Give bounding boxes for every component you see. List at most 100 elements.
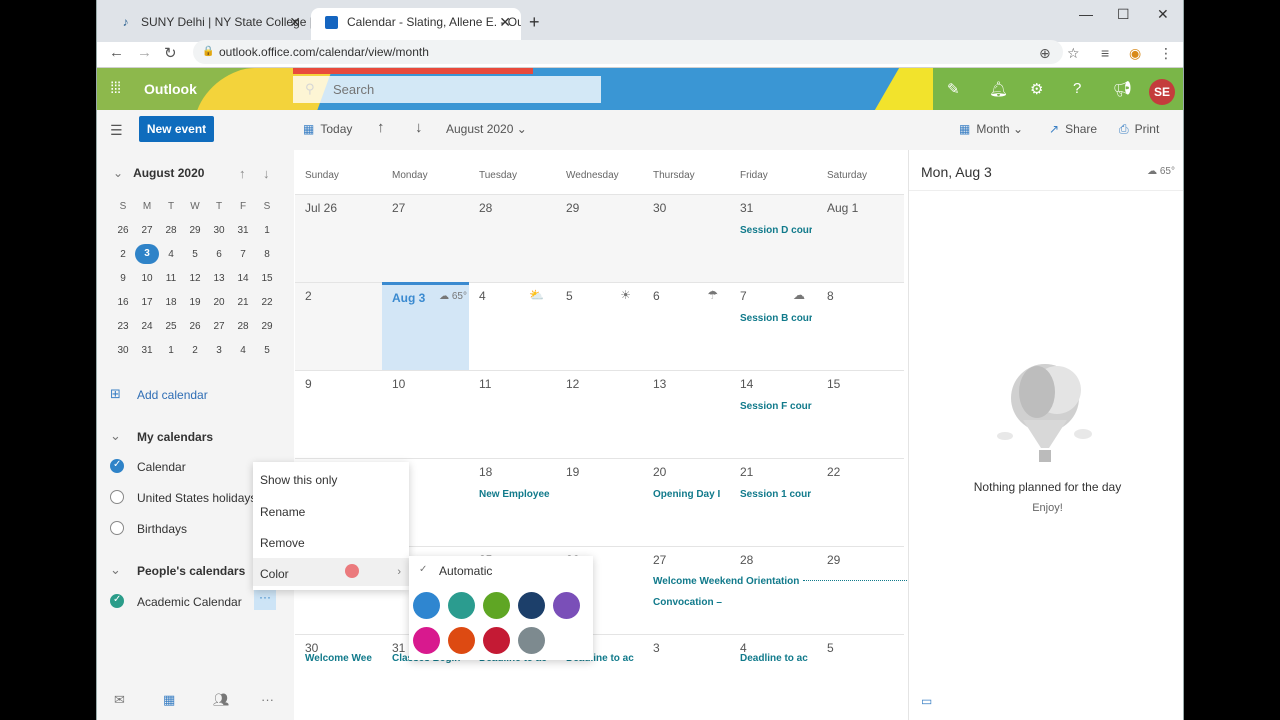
calendar-day-cell[interactable]: 14 Session F cour [730, 370, 817, 458]
calendar-item-birthdays[interactable]: Birthdays [137, 522, 187, 536]
event-convocation[interactable]: Convocation – [653, 597, 722, 608]
close-window-icon[interactable]: ✕ [1157, 6, 1169, 23]
calendar-day-cell[interactable]: Jul 26 [295, 194, 382, 282]
help-icon[interactable]: ? [1073, 80, 1081, 97]
bell-icon[interactable]: 🔔︎ [989, 80, 1008, 98]
calendar-day-cell[interactable]: 6 ☂ [643, 282, 730, 370]
playlist-icon[interactable]: ≡ [1101, 45, 1109, 61]
mini-calendar-day[interactable]: 14 [231, 273, 255, 284]
calendar-day-cell[interactable]: 2 [295, 282, 382, 370]
mini-calendar-day[interactable]: 15 [255, 273, 279, 284]
browser-menu-icon[interactable]: ⋮ [1159, 45, 1173, 62]
mini-calendar-day[interactable]: 4 [231, 345, 255, 356]
color-swatch[interactable] [553, 592, 580, 619]
close-tab-icon[interactable]: ✕ [499, 8, 511, 36]
calendar-day-cell[interactable]: 28 [469, 194, 556, 282]
mini-calendar-day[interactable]: 10 [135, 273, 159, 284]
menu-item-color[interactable]: Color [260, 567, 289, 581]
brand-name[interactable]: Outlook [144, 81, 197, 97]
hamburger-icon[interactable]: ☰ [110, 122, 123, 139]
calendar-event[interactable]: Deadline to ac [740, 653, 812, 664]
maximize-icon[interactable]: ☐ [1117, 6, 1130, 23]
mini-calendar-day[interactable]: 28 [231, 321, 255, 332]
mini-calendar-day[interactable]: 23 [111, 321, 135, 332]
calendar-day-cell[interactable]: 13 [643, 370, 730, 458]
today-button[interactable]: ▦ Today [303, 122, 352, 136]
mini-calendar-day[interactable]: 3 [207, 345, 231, 356]
mini-calendar-day[interactable]: 26 [111, 225, 135, 236]
calendar-day-cell[interactable]: 15 [817, 370, 904, 458]
month-picker[interactable]: August 2020 ⌄ [446, 122, 527, 136]
calendar-day-cell[interactable]: 10 [382, 370, 469, 458]
calendar-event[interactable]: Session F cour [740, 401, 812, 412]
star-icon[interactable]: ☆ [1067, 45, 1080, 62]
view-switcher[interactable]: ▦ Month ⌄ [959, 122, 1023, 136]
next-arrow-icon[interactable]: ↓ [415, 119, 423, 136]
compose-icon[interactable]: ✎ [947, 80, 960, 98]
calendar-day-cell[interactable]: 29 [556, 194, 643, 282]
mini-calendar-day[interactable]: 24 [135, 321, 159, 332]
mini-calendar-day[interactable]: 19 [183, 297, 207, 308]
mini-calendar-day[interactable]: 30 [207, 225, 231, 236]
reload-icon[interactable]: ↻ [164, 44, 177, 62]
color-swatch[interactable] [483, 627, 510, 654]
calendar-day-cell[interactable]: 5 ☀ [556, 282, 643, 370]
mini-calendar-day[interactable]: 5 [183, 249, 207, 260]
mini-calendar-day[interactable]: 31 [135, 345, 159, 356]
mini-calendar-day[interactable]: 30 [111, 345, 135, 356]
calendar-checkbox[interactable] [110, 459, 124, 473]
mini-calendar-day[interactable]: 1 [255, 225, 279, 236]
calendar-day-cell[interactable]: 4 ⛅ [469, 282, 556, 370]
color-swatch[interactable] [483, 592, 510, 619]
mini-calendar-day[interactable]: 4 [159, 249, 183, 260]
mini-calendar-day[interactable]: 5 [255, 345, 279, 356]
my-calendars-heading[interactable]: My calendars [137, 430, 213, 444]
url-field[interactable]: 🔒 outlook.office.com/calendar/view/month [193, 40, 1063, 64]
calendar-day-cell[interactable]: 4 Deadline to ac [730, 634, 817, 720]
calendar-day-cell[interactable]: 28 [730, 546, 817, 634]
event-welcome-weekend[interactable]: Welcome Weekend Orientation [653, 576, 799, 587]
extension-icon[interactable]: ◉ [1129, 45, 1141, 62]
mini-calendar-day[interactable]: 9 [111, 273, 135, 284]
people-icon[interactable]: 👥︎ [213, 692, 230, 708]
new-event-button[interactable]: New event [139, 116, 214, 142]
color-swatch[interactable] [518, 592, 545, 619]
peoples-calendars-heading[interactable]: People's calendars [137, 564, 245, 578]
agenda-toggle-icon[interactable]: ▭ [921, 694, 932, 708]
calendar-event[interactable]: Session B cour [740, 313, 812, 324]
mini-calendar-day[interactable]: 6 [207, 249, 231, 260]
gear-icon[interactable]: ⚙ [1030, 80, 1043, 98]
new-tab-icon[interactable]: + [529, 12, 540, 33]
mini-calendar-day[interactable]: 31 [231, 225, 255, 236]
mini-calendar-day[interactable]: 20 [207, 297, 231, 308]
calendar-icon[interactable]: ▦ [163, 692, 175, 708]
mini-calendar-day[interactable]: 2 [111, 249, 135, 260]
calendar-day-cell[interactable]: 8 [817, 282, 904, 370]
app-launcher-icon[interactable]: ⁞⁞⁞ [110, 80, 121, 98]
color-swatch[interactable] [518, 627, 545, 654]
mini-calendar-day[interactable]: 2 [183, 345, 207, 356]
mini-calendar-day[interactable]: 25 [159, 321, 183, 332]
menu-item-rename[interactable]: Rename [260, 505, 305, 519]
mini-calendar-day[interactable]: 26 [183, 321, 207, 332]
tab-suny[interactable]: ♪ SUNY Delhi | NY State College | U ✕ [105, 8, 312, 42]
calendar-day-cell[interactable]: 20 Opening Day I [643, 458, 730, 546]
calendar-event[interactable]: Session D cour [740, 225, 812, 236]
color-swatch[interactable] [448, 627, 475, 654]
minimize-icon[interactable]: — [1079, 6, 1093, 22]
color-automatic[interactable]: Automatic [439, 564, 492, 578]
mini-calendar-day[interactable]: 29 [183, 225, 207, 236]
mini-calendar-day[interactable]: 18 [159, 297, 183, 308]
calendar-day-cell[interactable]: 19 [556, 458, 643, 546]
share-button[interactable]: ↗ Share [1049, 122, 1097, 136]
mini-next-icon[interactable]: ↓ [263, 166, 270, 181]
calendar-item-calendar[interactable]: Calendar [137, 460, 186, 474]
color-swatch[interactable] [413, 627, 440, 654]
avatar[interactable]: SE [1149, 79, 1175, 105]
calendar-day-cell[interactable]: 30 Welcome Wee [295, 634, 382, 720]
chevron-down-icon[interactable]: ⌄ [110, 562, 121, 578]
mail-icon[interactable]: ✉ [114, 692, 125, 708]
print-button[interactable]: ⎙ Print [1119, 122, 1159, 137]
mini-prev-icon[interactable]: ↑ [239, 166, 246, 181]
mini-calendar-day[interactable]: 8 [255, 249, 279, 260]
